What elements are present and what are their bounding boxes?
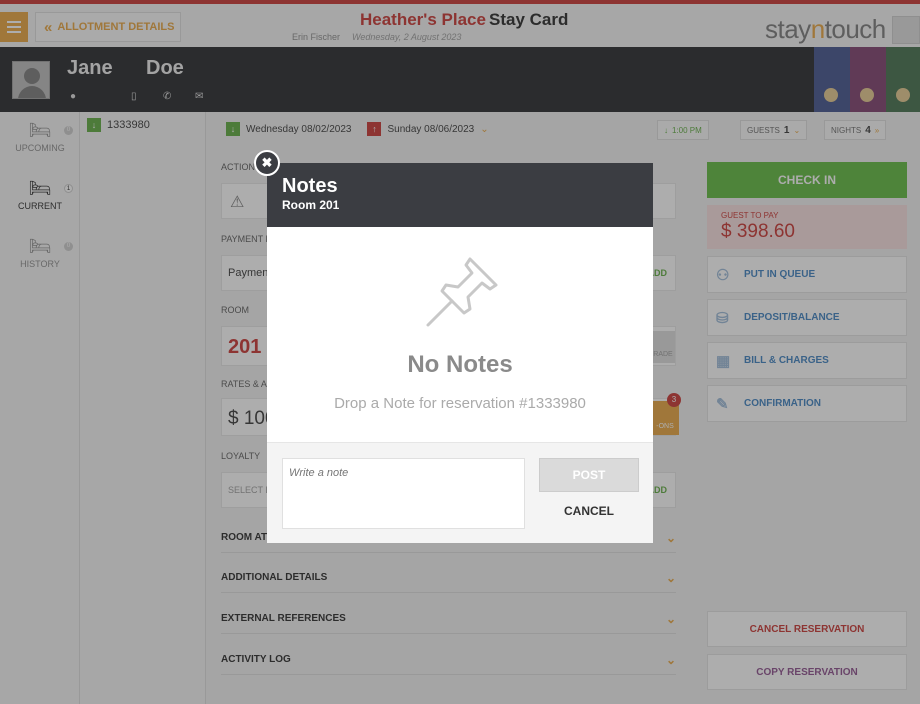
empty-state-title: No Notes bbox=[407, 351, 513, 378]
notes-modal: Notes Room 201 No Notes Drop a Note for … bbox=[267, 163, 653, 543]
modal-footer: POST CANCEL bbox=[267, 442, 653, 543]
modal-subtitle: Room 201 bbox=[282, 198, 340, 212]
pushpin-icon bbox=[426, 257, 498, 327]
modal-title: Notes bbox=[282, 175, 338, 197]
modal-header: Notes Room 201 bbox=[267, 163, 653, 227]
post-button[interactable]: POST bbox=[539, 458, 639, 492]
cancel-button[interactable]: CANCEL bbox=[539, 499, 639, 523]
note-input[interactable] bbox=[282, 458, 525, 529]
empty-state-text: Drop a Note for reservation #1333980 bbox=[334, 395, 586, 412]
close-icon[interactable]: ✖ bbox=[254, 150, 280, 176]
